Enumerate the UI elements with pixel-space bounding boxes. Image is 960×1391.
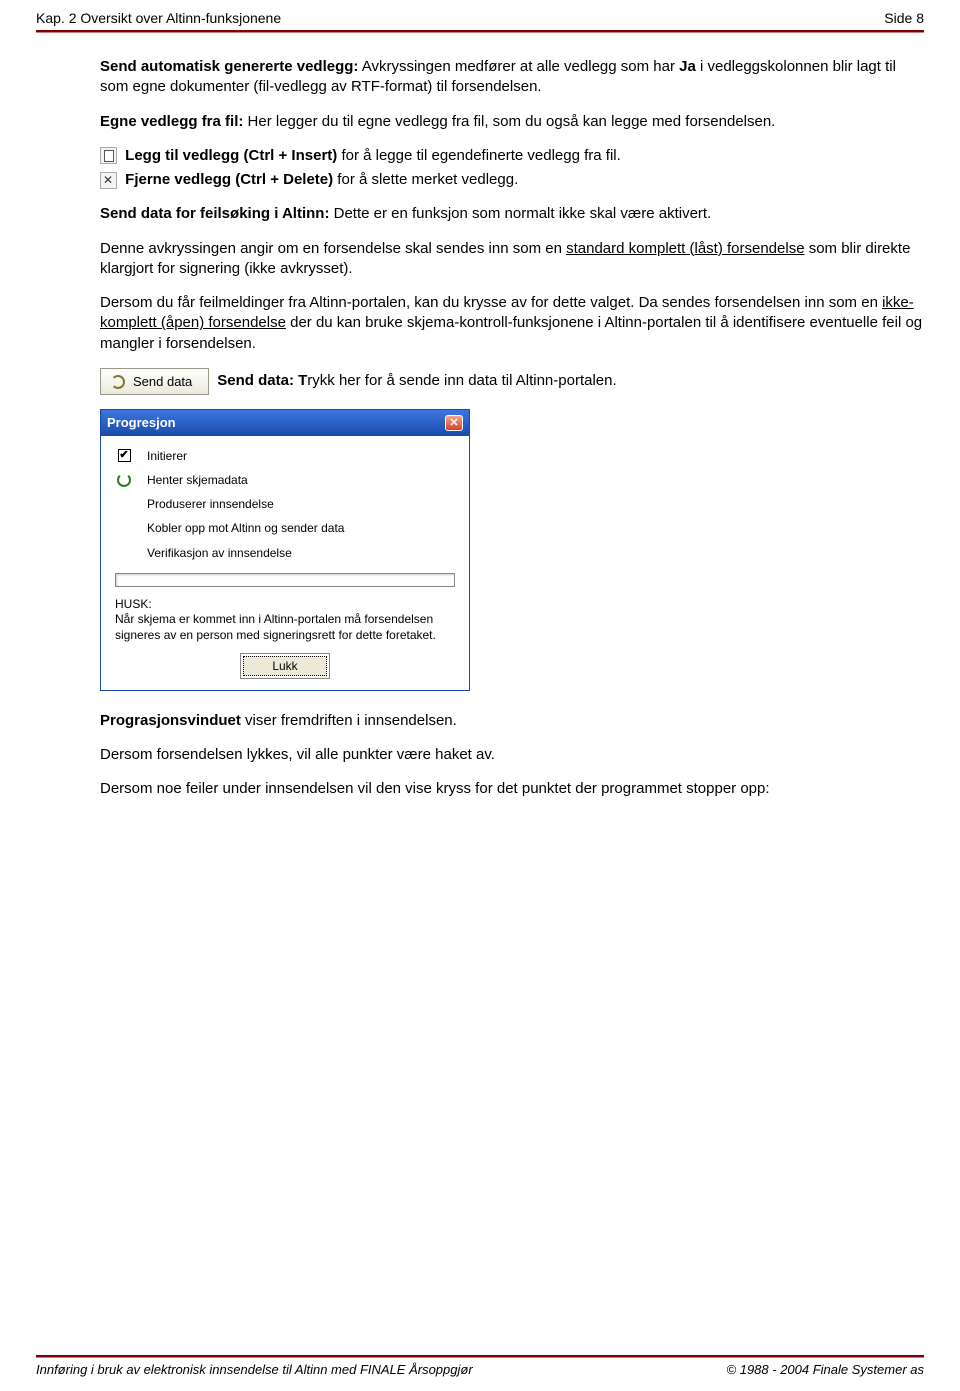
list-item: Kobler opp mot Altinn og sender data xyxy=(115,520,455,536)
dialog-title: Progresjon xyxy=(107,414,176,432)
para-send-data-btn: Send data Send data: Trykk her for å sen… xyxy=(100,368,924,396)
checkmark-icon: ✔ xyxy=(115,448,133,464)
para-fjerne: Fjerne vedlegg (Ctrl + Delete) for å sle… xyxy=(100,170,924,190)
header-left: Kap. 2 Oversikt over Altinn-funksjonene xyxy=(36,10,281,26)
page-footer: Innføring i bruk av elektronisk innsende… xyxy=(0,1358,960,1391)
progress-list: ✔Initierer Henter skjemadata Produserer … xyxy=(115,448,455,561)
list-item: Henter skjemadata xyxy=(115,472,455,488)
page-footer-container: Innføring i bruk av elektronisk innsende… xyxy=(0,1355,960,1391)
label-ja: Ja xyxy=(679,58,696,75)
label-prograsjonsvinduet: Prograsjonsvinduet xyxy=(100,712,241,729)
empty-icon xyxy=(115,545,133,561)
list-item: Verifikasjon av innsendelse xyxy=(115,545,455,561)
label-send-auto: Send automatisk genererte vedlegg: xyxy=(100,58,358,75)
send-data-button[interactable]: Send data xyxy=(100,368,209,396)
para-feiler: Dersom noe feiler under innsendelsen vil… xyxy=(100,779,924,799)
label-legg-til: Legg til vedlegg (Ctrl + Insert) xyxy=(121,147,337,164)
para-feilmeldinger: Dersom du får feilmeldinger fra Altinn-p… xyxy=(100,293,924,354)
empty-icon xyxy=(115,496,133,512)
lukk-wrap: Lukk xyxy=(115,656,455,676)
para-feilsoking: Send data for feilsøking i Altinn: Dette… xyxy=(100,204,924,224)
refresh-icon xyxy=(111,375,125,389)
footer-left: Innføring i bruk av elektronisk innsende… xyxy=(36,1362,473,1377)
footer-right: © 1988 - 2004 Finale Systemer as xyxy=(727,1362,924,1377)
dialog-titlebar: Progresjon ✕ xyxy=(101,410,469,436)
label-fjerne: Fjerne vedlegg (Ctrl + Delete) xyxy=(121,171,333,188)
para-send-auto: Send automatisk genererte vedlegg: Avkry… xyxy=(100,57,924,98)
para-egne-vedlegg: Egne vedlegg fra fil: Her legger du til … xyxy=(100,112,924,132)
main-content: Send automatisk genererte vedlegg: Avkry… xyxy=(0,33,960,799)
para-prograsjonsvinduet: Prograsjonsvinduet viser fremdriften i i… xyxy=(100,711,924,731)
para-lykkes: Dersom forsendelsen lykkes, vil alle pun… xyxy=(100,745,924,765)
header-right: Side 8 xyxy=(884,10,924,26)
spinner-icon xyxy=(115,472,133,488)
para-legg-til: Legg til vedlegg (Ctrl + Insert) for å l… xyxy=(100,146,924,166)
close-icon[interactable]: ✕ xyxy=(445,415,463,431)
dialog-body: ✔Initierer Henter skjemadata Produserer … xyxy=(101,436,469,690)
para-avkryssing: Denne avkryssingen angir om en forsendel… xyxy=(100,239,924,280)
lukk-button[interactable]: Lukk xyxy=(243,656,326,676)
progress-bar xyxy=(115,573,455,587)
empty-icon xyxy=(115,521,133,537)
list-item: ✔Initierer xyxy=(115,448,455,464)
label-send-data: Send data: T xyxy=(217,372,307,389)
progresjon-dialog: Progresjon ✕ ✔Initierer Henter skjemadat… xyxy=(100,409,470,690)
text-standard-komplett: standard komplett (låst) forsendelse xyxy=(566,240,804,257)
husk-note: HUSK: Når skjema er kommet inn i Altinn-… xyxy=(115,597,455,644)
label-feilsoking: Send data for feilsøking i Altinn: xyxy=(100,205,329,222)
delete-icon xyxy=(100,172,117,189)
husk-heading: HUSK: xyxy=(115,597,455,613)
send-data-label: Send data xyxy=(133,373,192,391)
page-header: Kap. 2 Oversikt over Altinn-funksjonene … xyxy=(0,0,960,30)
list-item: Produserer innsendelse xyxy=(115,496,455,512)
label-egne-vedlegg: Egne vedlegg fra fil: xyxy=(100,113,243,130)
new-document-icon xyxy=(100,147,117,164)
husk-body: Når skjema er kommet inn i Altinn-portal… xyxy=(115,612,455,643)
